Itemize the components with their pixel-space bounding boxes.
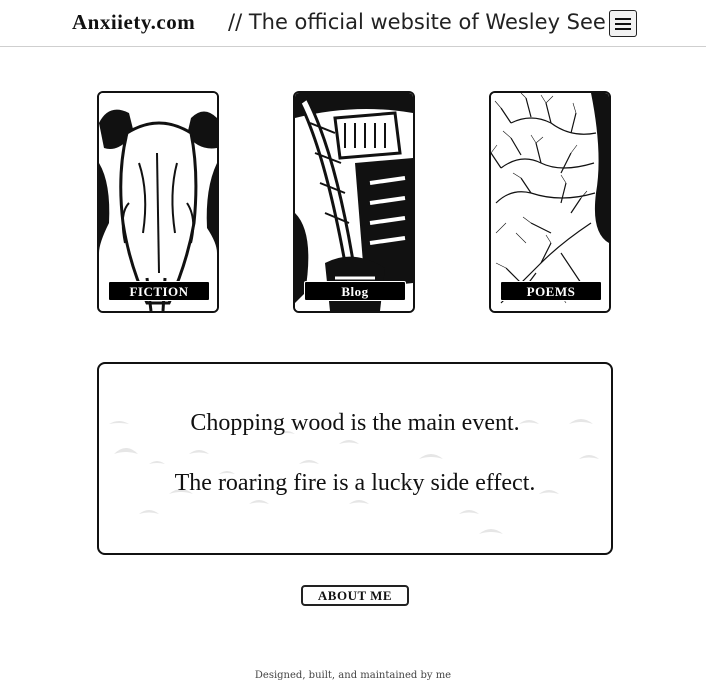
hamburger-menu-button[interactable] (609, 10, 637, 37)
site-header: Anxiiety.com // The official website of … (0, 0, 706, 47)
flying-birds-pattern (109, 419, 599, 534)
quill-and-inkwell-illustration (295, 93, 413, 311)
blog-card-label: Blog (304, 281, 406, 301)
bare-tree-branches-illustration (491, 93, 609, 311)
hamburger-menu-icon-bar (615, 23, 631, 25)
page: Anxiiety.com // The official website of … (0, 0, 706, 685)
hamburger-menu-icon (615, 18, 631, 20)
poems-card[interactable]: Poems (489, 91, 611, 313)
site-subtitle: // The official website of Wesley See (228, 10, 606, 34)
site-brand[interactable]: Anxiiety.com (72, 10, 195, 35)
quote-line-1: Chopping wood is the main event. (190, 410, 520, 436)
hamburger-menu-icon-bar (615, 28, 631, 30)
poems-card-label: Poems (500, 281, 602, 301)
quote-line-2: The roaring fire is a lucky side effect. (174, 470, 536, 496)
about-me-button[interactable]: About Me (301, 585, 409, 606)
quote-box: Chopping wood is the main event. The roa… (97, 362, 613, 555)
fiction-card-label: Fiction (108, 281, 210, 301)
bull-skull-illustration (99, 93, 217, 311)
footer-text: Designed, built, and maintained by me (254, 670, 452, 681)
fiction-card[interactable]: Fiction (97, 91, 219, 313)
blog-card[interactable]: Blog (293, 91, 415, 313)
